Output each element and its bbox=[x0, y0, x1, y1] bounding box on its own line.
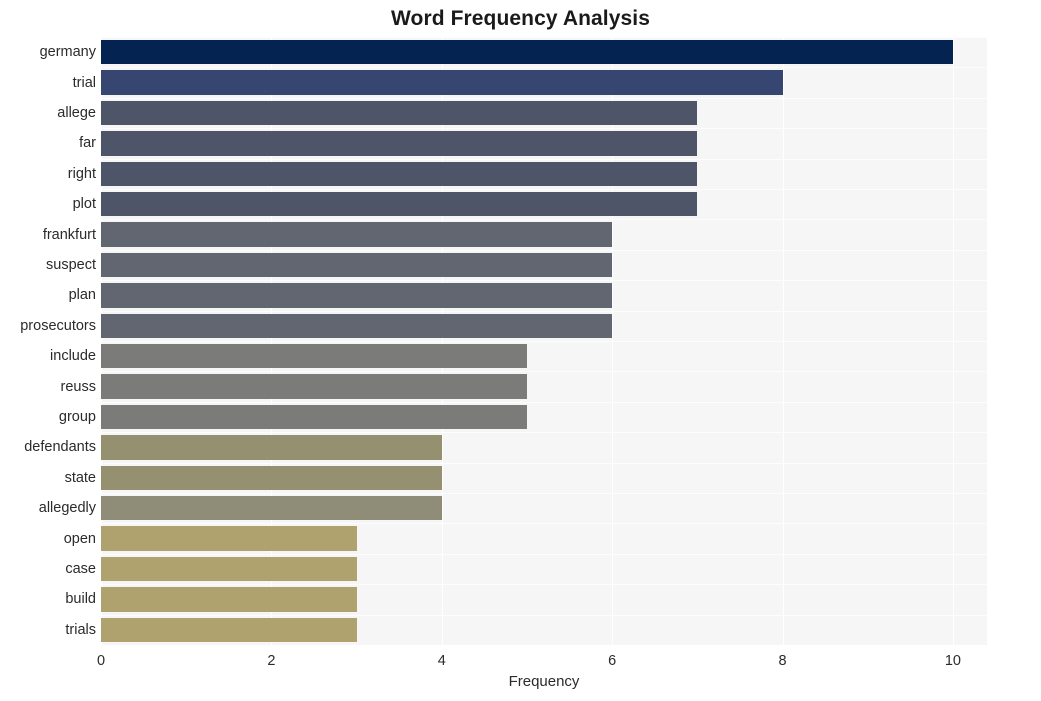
gridline-horizontal bbox=[101, 189, 987, 190]
y-axis-tick-label: prosecutors bbox=[20, 317, 96, 334]
gridline-horizontal bbox=[101, 493, 987, 494]
y-axis-tick-label: include bbox=[50, 348, 96, 365]
y-axis-tick-label: plot bbox=[72, 196, 96, 213]
gridline-horizontal bbox=[101, 554, 987, 555]
y-axis-tick-label: open bbox=[63, 530, 96, 547]
bar bbox=[101, 252, 613, 278]
bar bbox=[101, 313, 613, 338]
gridline-horizontal bbox=[101, 341, 987, 342]
x-axis-tick-label: 6 bbox=[608, 653, 617, 669]
bar bbox=[101, 161, 698, 186]
chart-title: Word Frequency Analysis bbox=[390, 7, 651, 30]
gridline-horizontal bbox=[101, 98, 987, 99]
gridline-horizontal bbox=[101, 311, 987, 312]
y-axis-tick-label: germany bbox=[39, 44, 96, 61]
bar bbox=[101, 40, 953, 65]
bar bbox=[101, 222, 613, 247]
chart-figure: Word Frequency Analysis germany trial alle… bbox=[0, 0, 1041, 701]
bar bbox=[101, 192, 698, 217]
gridline-horizontal bbox=[101, 432, 987, 433]
y-axis-tick-label: group bbox=[58, 409, 96, 425]
gridline-horizontal bbox=[101, 402, 987, 403]
y-axis-tick-label: suspect bbox=[46, 257, 96, 273]
bar bbox=[101, 587, 357, 612]
y-axis-tick-label: right bbox=[67, 165, 96, 182]
bar bbox=[101, 404, 527, 430]
bar bbox=[101, 435, 442, 460]
y-axis-tick-label: build bbox=[65, 591, 96, 608]
x-axis-tick-labels: 0 2 4 6 8 10 bbox=[0, 645, 1041, 675]
gridline-horizontal bbox=[101, 523, 987, 524]
plot-area bbox=[101, 37, 987, 645]
y-axis-tick-label: far bbox=[79, 135, 96, 152]
bar bbox=[101, 283, 613, 308]
y-axis-tick-label: allege bbox=[57, 105, 96, 121]
y-axis-tick-label: state bbox=[64, 469, 96, 486]
gridline-horizontal bbox=[101, 371, 987, 372]
bar bbox=[101, 70, 783, 95]
gridline-horizontal bbox=[101, 280, 987, 281]
bar bbox=[101, 100, 698, 126]
x-axis-title: Frequency bbox=[508, 673, 580, 690]
x-axis-tick-label: 0 bbox=[96, 653, 106, 669]
gridline-horizontal bbox=[101, 463, 987, 464]
y-axis-tick-label: trials bbox=[65, 621, 96, 638]
bar bbox=[101, 131, 698, 156]
x-axis-tick-label: 10 bbox=[944, 653, 961, 669]
y-axis-tick-label: reuss bbox=[60, 378, 96, 395]
bar bbox=[101, 556, 357, 582]
bar bbox=[101, 496, 442, 521]
y-axis-tick-label: case bbox=[65, 561, 96, 577]
gridline-horizontal bbox=[101, 159, 987, 160]
x-axis-tick-label: 8 bbox=[778, 653, 787, 669]
gridline-horizontal bbox=[101, 37, 987, 38]
x-axis-tick-label: 2 bbox=[267, 653, 276, 669]
bar bbox=[101, 526, 357, 551]
gridline-horizontal bbox=[101, 584, 987, 585]
y-axis-tick-label: allegedly bbox=[38, 500, 96, 517]
gridline-horizontal bbox=[101, 615, 987, 616]
gridline-horizontal bbox=[101, 128, 987, 129]
y-axis-tick-label: plan bbox=[68, 287, 96, 304]
bar bbox=[101, 374, 527, 399]
y-axis-tick-label: defendants bbox=[24, 439, 96, 456]
x-axis-tick-label: 4 bbox=[437, 653, 446, 669]
gridline-horizontal bbox=[101, 250, 987, 251]
y-axis-tick-label: frankfurt bbox=[42, 226, 96, 243]
gridline-horizontal bbox=[101, 219, 987, 220]
bar bbox=[101, 344, 527, 369]
bar bbox=[101, 617, 357, 642]
gridline-horizontal bbox=[101, 67, 987, 68]
bar bbox=[101, 465, 442, 490]
y-axis-tick-label: trial bbox=[72, 74, 96, 91]
y-axis-tick-labels: germany trial allege far right plot frankfurt s… bbox=[0, 37, 96, 645]
